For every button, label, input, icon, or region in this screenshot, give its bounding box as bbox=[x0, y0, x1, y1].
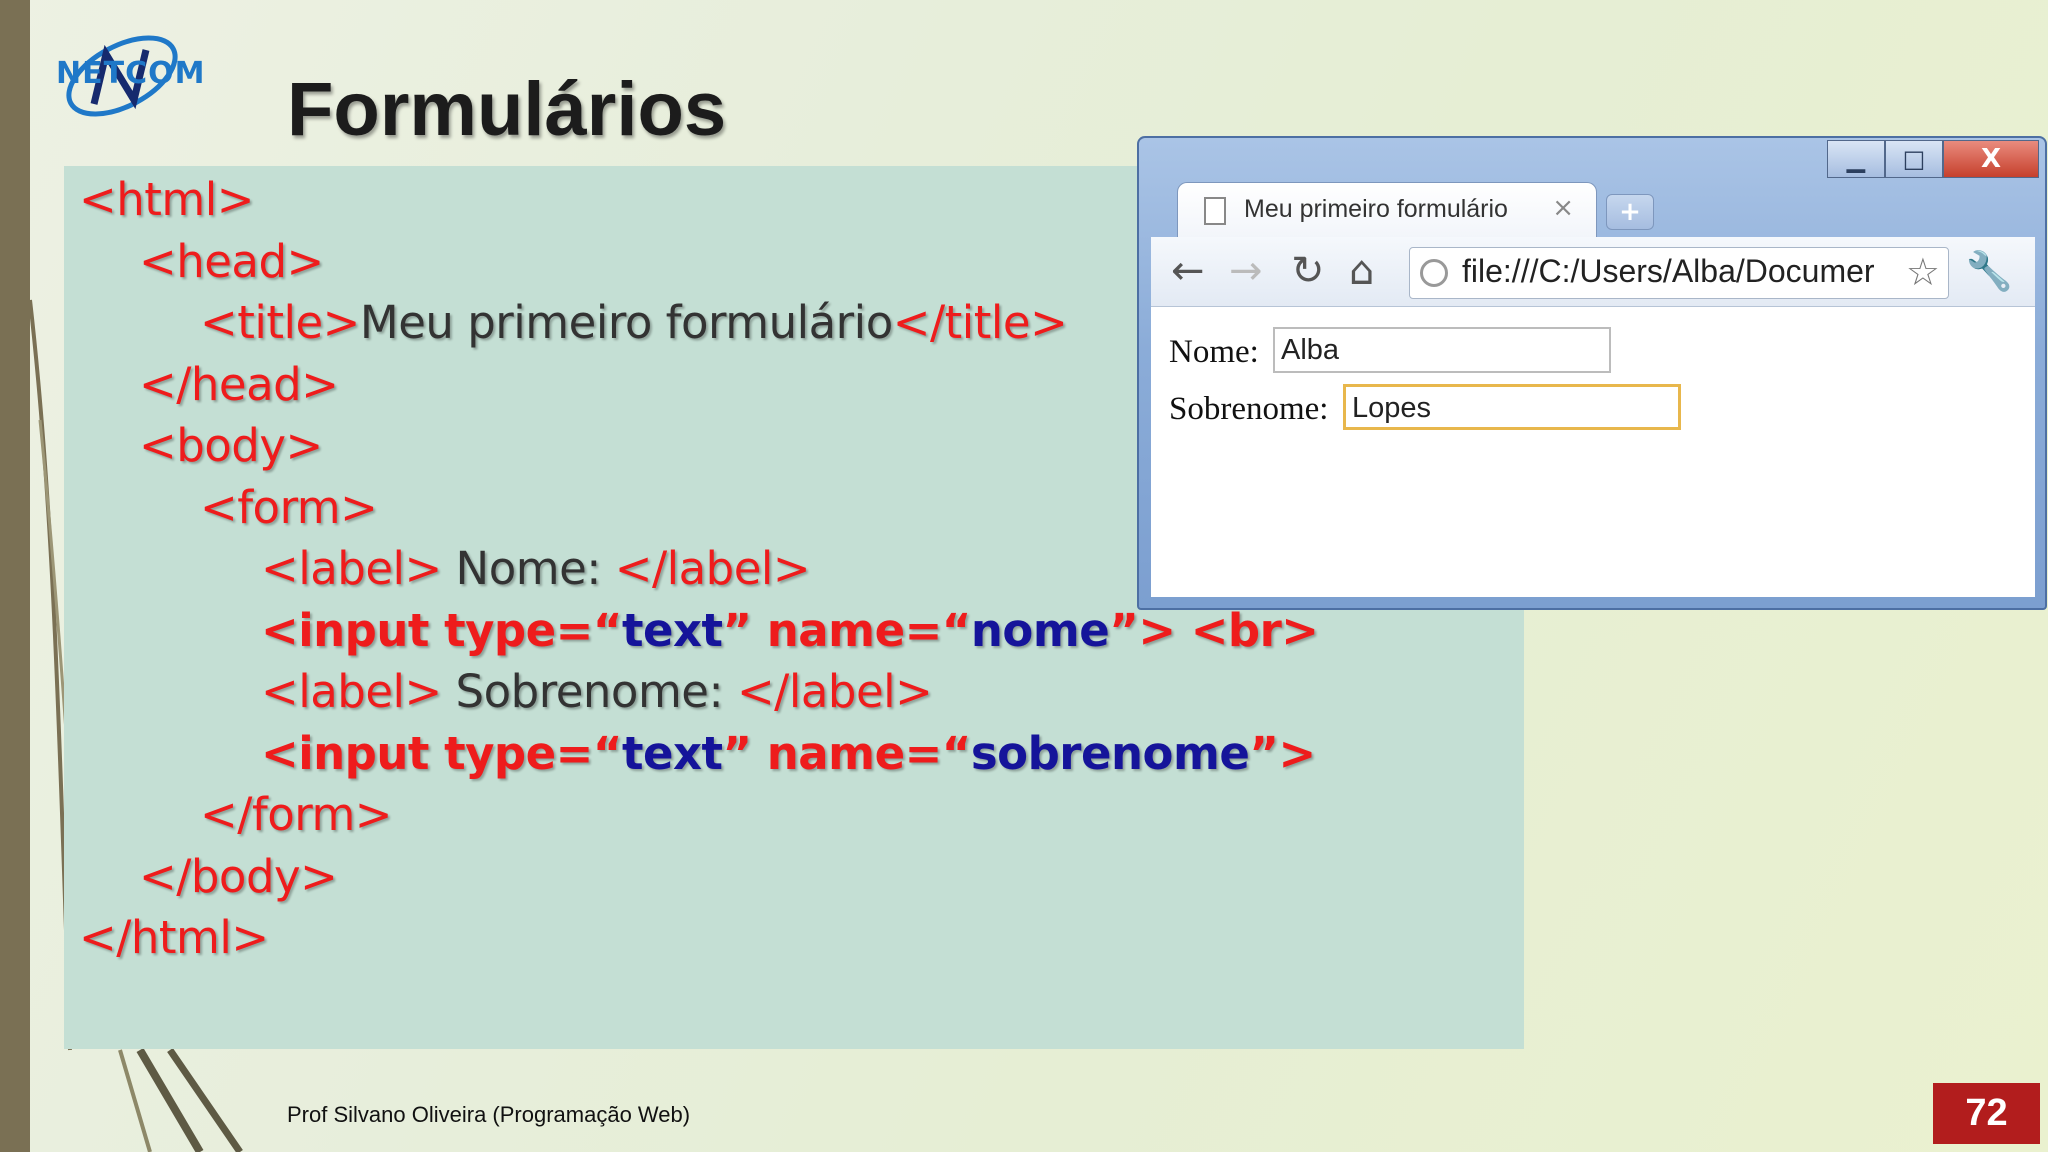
code-tag: </label> bbox=[614, 542, 811, 595]
code-line: <head> bbox=[139, 233, 324, 291]
code-tag: </form> bbox=[200, 788, 393, 841]
document-icon bbox=[1204, 197, 1226, 225]
back-arrow-icon[interactable]: ← bbox=[1171, 249, 1205, 293]
browser-tab[interactable]: Meu primeiro formulário × bbox=[1177, 182, 1597, 238]
wrench-icon[interactable]: 🔧 bbox=[1966, 249, 2013, 294]
code-line: </head> bbox=[139, 356, 339, 414]
code-text: Sobrenome: bbox=[441, 665, 737, 718]
nome-input[interactable]: Alba bbox=[1273, 327, 1611, 373]
nome-label: Nome: bbox=[1169, 334, 1259, 370]
address-bar[interactable]: file:///C:/Users/Alba/Documer ☆ bbox=[1409, 247, 1949, 299]
code-line: <input type=“text” name=“nome”> <br> bbox=[261, 602, 1319, 660]
code-keyword: ”> bbox=[1249, 727, 1316, 780]
code-line: <label> Sobrenome: </label> bbox=[261, 663, 933, 721]
slide-footer: Prof Silvano Oliveira (Programação Web) bbox=[287, 1102, 691, 1127]
code-line: <form> bbox=[200, 479, 378, 537]
close-window-button[interactable]: X bbox=[1943, 140, 2039, 178]
code-line: <label> Nome: </label> bbox=[261, 540, 811, 598]
code-line: <html> bbox=[79, 171, 254, 229]
code-tag: <body> bbox=[139, 419, 323, 472]
code-line: <input type=“text” name=“sobrenome”> bbox=[261, 725, 1316, 783]
code-keyword: <input type=“ bbox=[261, 727, 622, 780]
code-tag: <head> bbox=[139, 235, 324, 288]
page-viewport: Nome: Alba Sobrenome: Lopes bbox=[1151, 307, 2035, 597]
code-value: sobrenome bbox=[970, 727, 1250, 780]
code-value: text bbox=[621, 604, 723, 657]
forward-arrow-icon[interactable]: → bbox=[1229, 249, 1263, 293]
code-text: Nome: bbox=[441, 542, 615, 595]
code-tag: <label> bbox=[261, 542, 442, 595]
sobrenome-input[interactable]: Lopes bbox=[1343, 384, 1681, 430]
code-tag: <form> bbox=[200, 481, 378, 534]
new-tab-button[interactable]: + bbox=[1606, 194, 1654, 230]
home-icon[interactable]: ⌂ bbox=[1349, 249, 1374, 293]
code-tag: </body> bbox=[139, 850, 338, 903]
reload-icon[interactable]: ↻ bbox=[1291, 249, 1325, 293]
code-tag: </html> bbox=[79, 911, 269, 964]
browser-toolbar: ← → ↻ ⌂ file:///C:/Users/Alba/Documer ☆ … bbox=[1151, 237, 2035, 307]
code-keyword: <input type=“ bbox=[261, 604, 622, 657]
code-line: <body> bbox=[139, 417, 323, 475]
code-tag: <label> bbox=[261, 665, 442, 718]
window-controls: ▁ □ X bbox=[1827, 140, 2039, 180]
code-value: text bbox=[621, 727, 723, 780]
tab-close-icon[interactable]: × bbox=[1552, 193, 1574, 223]
code-tag: </label> bbox=[736, 665, 933, 718]
logo-text: NETCOM bbox=[56, 56, 206, 91]
code-tag: </head> bbox=[139, 358, 339, 411]
page-number-badge: 72 bbox=[1933, 1083, 2040, 1144]
minimize-button[interactable]: ▁ bbox=[1827, 140, 1885, 178]
code-keyword: ”> <br> bbox=[1109, 604, 1319, 657]
star-icon[interactable]: ☆ bbox=[1906, 250, 1940, 294]
tab-title: Meu primeiro formulário bbox=[1244, 195, 1508, 223]
code-value: nome bbox=[970, 604, 1110, 657]
slide-title: Formulários bbox=[287, 67, 727, 152]
globe-icon bbox=[1420, 259, 1448, 287]
code-line: </html> bbox=[79, 909, 269, 967]
sobrenome-label: Sobrenome: bbox=[1169, 391, 1329, 427]
url-text[interactable]: file:///C:/Users/Alba/Documer bbox=[1462, 253, 1897, 290]
code-line: </body> bbox=[139, 848, 338, 906]
code-text: Meu primeiro formulário bbox=[359, 296, 893, 349]
browser-window: ▁ □ X Meu primeiro formulário × + ← → ↻ … bbox=[1137, 136, 2047, 610]
code-keyword: ” name=“ bbox=[722, 604, 972, 657]
code-tag: </title> bbox=[892, 296, 1068, 349]
code-tag: <html> bbox=[79, 173, 254, 226]
code-line: </form> bbox=[200, 786, 393, 844]
code-keyword: ” name=“ bbox=[722, 727, 972, 780]
code-line: <title>Meu primeiro formulário</title> bbox=[200, 294, 1068, 352]
maximize-button[interactable]: □ bbox=[1885, 140, 1943, 178]
code-tag: <title> bbox=[200, 296, 360, 349]
